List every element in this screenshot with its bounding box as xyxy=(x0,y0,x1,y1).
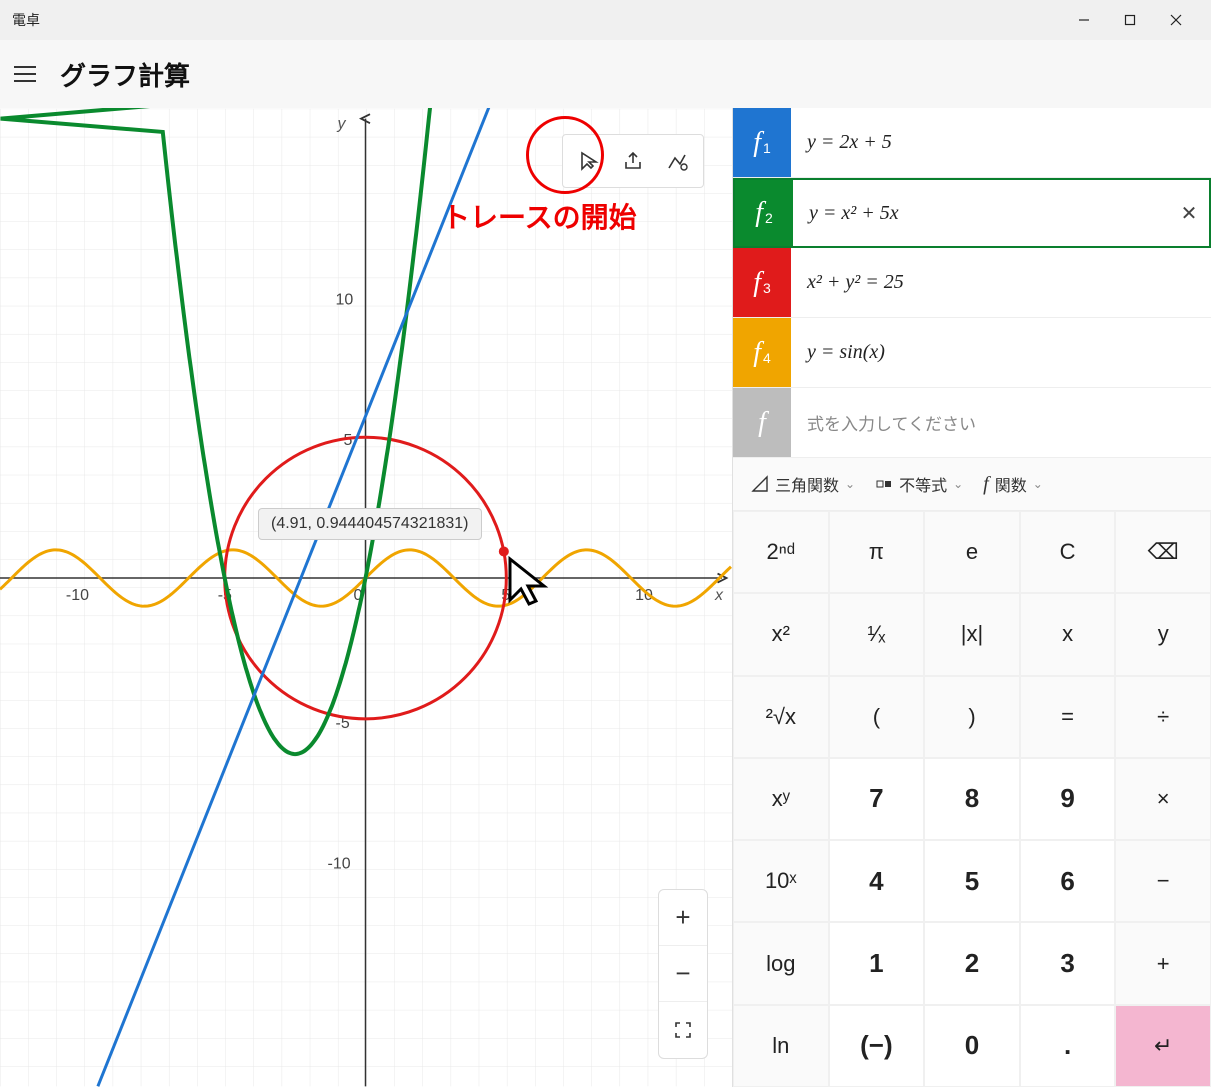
graph-toolbar xyxy=(562,134,704,188)
svg-text:y: y xyxy=(337,116,347,133)
key-2nd[interactable]: 2ⁿᵈ xyxy=(733,511,829,593)
equation-swatch[interactable]: f1 xyxy=(733,108,791,177)
key-minus[interactable]: − xyxy=(1115,840,1211,922)
key-9[interactable]: 9 xyxy=(1020,758,1116,840)
key-backspace[interactable]: ⌫ xyxy=(1115,511,1211,593)
trace-button[interactable] xyxy=(567,139,611,183)
key-0[interactable]: 0 xyxy=(924,1005,1020,1087)
function-category[interactable]: f関数⌄ xyxy=(983,472,1043,496)
key-3[interactable]: 3 xyxy=(1020,922,1116,1004)
key-xpowy[interactable]: xʸ xyxy=(733,758,829,840)
zoom-in-button[interactable]: + xyxy=(659,890,707,946)
key-lparen[interactable]: ( xyxy=(829,676,925,758)
minimize-button[interactable] xyxy=(1061,0,1107,40)
mode-title: グラフ計算 xyxy=(60,56,190,93)
key-pi[interactable]: π xyxy=(829,511,925,593)
equation-text[interactable]: y = x² + 5x xyxy=(793,202,1169,225)
key-5[interactable]: 5 xyxy=(924,840,1020,922)
category-row: 三角関数⌄ 不等式⌄ f関数⌄ xyxy=(733,458,1211,511)
key-log[interactable]: log xyxy=(733,922,829,1004)
titlebar: 電卓 xyxy=(0,0,1211,40)
equation-swatch[interactable]: f4 xyxy=(733,318,791,387)
window-controls xyxy=(1061,0,1199,40)
equation-delete-button[interactable]: ✕ xyxy=(1169,201,1209,226)
svg-text:-10: -10 xyxy=(328,856,351,873)
equation-swatch[interactable]: f2 xyxy=(735,180,793,246)
key-8[interactable]: 8 xyxy=(924,758,1020,840)
svg-text:10: 10 xyxy=(336,291,354,308)
graph-area[interactable]: y x -10 -5 0 5 10 10 5 -5 -10 xyxy=(0,108,733,1087)
svg-text:x: x xyxy=(714,587,724,604)
zoom-out-button[interactable]: − xyxy=(659,946,707,1002)
chevron-down-icon: ⌄ xyxy=(1033,477,1043,491)
share-button[interactable] xyxy=(611,139,655,183)
chevron-down-icon: ⌄ xyxy=(845,477,855,491)
key-divide[interactable]: ÷ xyxy=(1115,676,1211,758)
key-10powx[interactable]: 10ˣ xyxy=(733,840,829,922)
equation-list: f1 y = 2x + 5 f2 y = x² + 5x ✕ f3 x² + y… xyxy=(733,108,1211,458)
equation-text[interactable]: y = 2x + 5 xyxy=(791,131,1211,154)
key-sqrt[interactable]: ²√x xyxy=(733,676,829,758)
window-title: 電卓 xyxy=(12,10,40,30)
trace-annotation-label: トレースの開始 xyxy=(442,196,637,236)
key-e[interactable]: e xyxy=(924,511,1020,593)
equation-row-new[interactable]: f 式を入力してください xyxy=(733,388,1211,458)
key-rparen[interactable]: ) xyxy=(924,676,1020,758)
maximize-button[interactable] xyxy=(1107,0,1153,40)
zoom-fit-button[interactable] xyxy=(659,1002,707,1058)
right-pane: f1 y = 2x + 5 f2 y = x² + 5x ✕ f3 x² + y… xyxy=(733,108,1211,1087)
key-6[interactable]: 6 xyxy=(1020,840,1116,922)
inequality-category[interactable]: 不等式⌄ xyxy=(875,472,963,496)
header: グラフ計算 xyxy=(0,40,1211,108)
svg-text:5: 5 xyxy=(344,432,353,449)
trig-category[interactable]: 三角関数⌄ xyxy=(751,472,855,496)
key-ln[interactable]: ln xyxy=(733,1005,829,1087)
key-x[interactable]: x xyxy=(1020,593,1116,675)
key-7[interactable]: 7 xyxy=(829,758,925,840)
equation-placeholder[interactable]: 式を入力してください xyxy=(791,410,1211,435)
key-1[interactable]: 1 xyxy=(829,922,925,1004)
zoom-controls: + − xyxy=(658,889,708,1059)
close-button[interactable] xyxy=(1153,0,1199,40)
svg-text:-10: -10 xyxy=(66,587,89,604)
key-y[interactable]: y xyxy=(1115,593,1211,675)
key-decimal[interactable]: . xyxy=(1020,1005,1116,1087)
key-reciprocal[interactable]: ¹⁄ₓ xyxy=(829,593,925,675)
key-enter[interactable]: ↵ xyxy=(1115,1005,1211,1087)
key-abs[interactable]: |x| xyxy=(924,593,1020,675)
key-equals[interactable]: = xyxy=(1020,676,1116,758)
plot-canvas: y x -10 -5 0 5 10 10 5 -5 -10 xyxy=(0,108,732,1087)
equation-text[interactable]: y = sin(x) xyxy=(791,341,1211,364)
key-clear[interactable]: C xyxy=(1020,511,1116,593)
equation-row-2[interactable]: f2 y = x² + 5x ✕ xyxy=(733,178,1211,248)
key-xsquared[interactable]: x² xyxy=(733,593,829,675)
equation-row-3[interactable]: f3 x² + y² = 25 xyxy=(733,248,1211,318)
menu-button[interactable] xyxy=(14,60,42,88)
key-negate[interactable]: (−) xyxy=(829,1005,925,1087)
equation-row-1[interactable]: f1 y = 2x + 5 xyxy=(733,108,1211,178)
equation-swatch: f xyxy=(733,388,791,457)
key-2[interactable]: 2 xyxy=(924,922,1020,1004)
equation-text[interactable]: x² + y² = 25 xyxy=(791,271,1211,294)
key-multiply[interactable]: × xyxy=(1115,758,1211,840)
equation-swatch[interactable]: f3 xyxy=(733,248,791,317)
keypad: 2ⁿᵈ π e C ⌫ x² ¹⁄ₓ |x| x y ²√x ( ) = ÷ x… xyxy=(733,511,1211,1087)
chevron-down-icon: ⌄ xyxy=(953,477,963,491)
equation-row-4[interactable]: f4 y = sin(x) xyxy=(733,318,1211,388)
graph-settings-button[interactable] xyxy=(655,139,699,183)
trace-tooltip: (4.91, 0.944404574321831) xyxy=(258,508,482,540)
key-4[interactable]: 4 xyxy=(829,840,925,922)
key-plus[interactable]: + xyxy=(1115,922,1211,1004)
